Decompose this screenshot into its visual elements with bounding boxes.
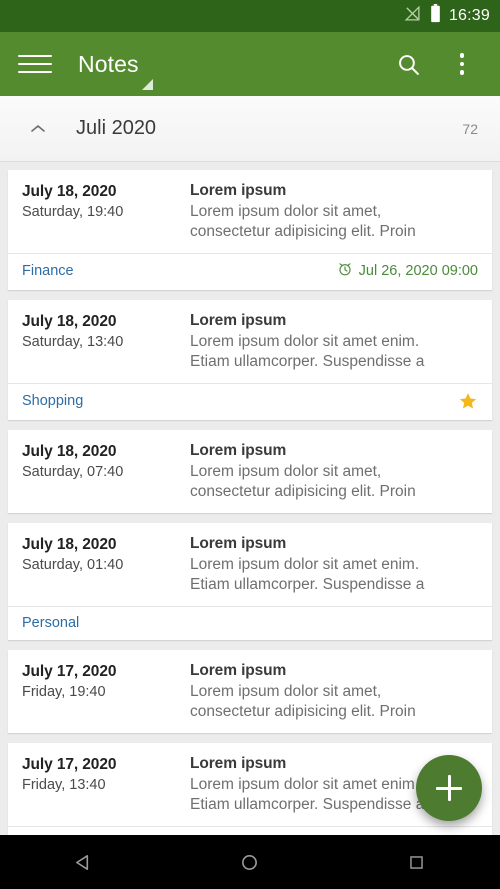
signal-off-icon: [404, 5, 421, 27]
note-title: Lorem ipsum: [190, 312, 287, 329]
chevron-up-icon[interactable]: [28, 123, 48, 134]
note-date: July 18, 2020: [22, 443, 117, 460]
alarm-clock-icon: [337, 261, 353, 281]
note-footer: Personal: [8, 606, 492, 640]
note-text-column: Lorem ipsum Lorem ipsum dolor sit amet en…: [190, 312, 478, 372]
section-header-juli-2020[interactable]: Juli 2020 72: [0, 96, 500, 162]
star-icon[interactable]: [458, 391, 478, 411]
search-icon[interactable]: [384, 40, 432, 88]
status-bar-clock: 16:39: [448, 7, 490, 24]
note-date: July 18, 2020: [22, 183, 117, 200]
note-reminder-text: Jul 26, 2020 09:00: [358, 263, 478, 279]
note-date-column: July 18, 2020 Saturday, 13:40: [22, 312, 190, 372]
home-circle-icon[interactable]: [215, 835, 285, 889]
note-date: July 18, 2020: [22, 536, 117, 553]
note-category[interactable]: Shopping: [22, 393, 83, 409]
note-text-column: Lorem ipsum Lorem ipsum dolor sit amet, c…: [190, 662, 478, 722]
battery-icon: [430, 4, 441, 28]
recents-square-icon[interactable]: [382, 835, 452, 889]
status-bar: 16:39: [0, 0, 500, 32]
note-date-column: July 17, 2020 Friday, 19:40: [22, 662, 190, 722]
app-bar-actions: [384, 40, 500, 88]
note-date: July 17, 2020: [22, 663, 117, 680]
app-title-text: Notes: [78, 50, 139, 77]
note-card[interactable]: July 17, 2020 Friday, 19:40 Lorem ipsum Lor…: [8, 650, 492, 733]
note-title: Lorem ipsum: [190, 182, 287, 199]
note-day-time: Friday, 13:40: [22, 777, 106, 793]
note-text-column: Lorem ipsum Lorem ipsum dolor sit amet, c…: [190, 182, 478, 242]
note-body: Lorem ipsum dolor sit amet, consectetur …: [190, 203, 416, 240]
plus-icon-vertical: [447, 775, 451, 801]
note-day-time: Saturday, 19:40: [22, 204, 124, 220]
notes-scroll-area[interactable]: July 18, 2020 Saturday, 19:40 Lorem ipsum L…: [0, 162, 500, 835]
note-body: Lorem ipsum dolor sit amet enim. Etiam u…: [190, 556, 425, 593]
note-card[interactable]: July 18, 2020 Saturday, 19:40 Lorem ipsum L…: [8, 170, 492, 290]
phone-screen: 16:39 Notes Juli 2020 72 July 18, 2020 S…: [0, 0, 500, 889]
note-day-time: Saturday, 07:40: [22, 464, 124, 480]
note-text-column: Lorem ipsum Lorem ipsum dolor sit amet en…: [190, 535, 478, 595]
hamburger-menu-icon[interactable]: [18, 52, 52, 76]
note-card[interactable]: July 18, 2020 Saturday, 01:40 Lorem ipsum L…: [8, 523, 492, 640]
note-footer: Health: [8, 826, 492, 835]
note-day-time: Saturday, 01:40: [22, 557, 124, 573]
note-body: Lorem ipsum dolor sit amet enim. Etiam u…: [190, 333, 425, 370]
note-body: Lorem ipsum dolor sit amet, consectetur …: [190, 683, 416, 720]
note-footer-right: [458, 391, 478, 411]
note-footer-right: Jul 26, 2020 09:00: [337, 261, 478, 281]
note-date-column: July 18, 2020 Saturday, 01:40: [22, 535, 190, 595]
notes-list: July 18, 2020 Saturday, 19:40 Lorem ipsum L…: [0, 162, 500, 835]
note-card[interactable]: July 18, 2020 Saturday, 13:40 Lorem ipsum L…: [8, 300, 492, 420]
note-title: Lorem ipsum: [190, 442, 287, 459]
note-title: Lorem ipsum: [190, 662, 287, 679]
note-category[interactable]: Finance: [22, 263, 74, 279]
section-title: Juli 2020: [76, 117, 157, 139]
note-day-time: Friday, 19:40: [22, 684, 106, 700]
android-nav-bar: [0, 835, 500, 889]
note-main: July 18, 2020 Saturday, 13:40 Lorem ipsum L…: [8, 300, 492, 383]
overflow-menu-icon[interactable]: [438, 40, 486, 88]
note-card[interactable]: July 18, 2020 Saturday, 07:40 Lorem ipsum L…: [8, 430, 492, 513]
add-note-fab[interactable]: [416, 755, 482, 821]
back-triangle-icon[interactable]: [48, 835, 118, 889]
note-footer: Finance Jul 26, 2020 09:00: [8, 253, 492, 290]
app-bar: Notes: [0, 32, 500, 96]
note-category[interactable]: Personal: [22, 615, 79, 631]
note-date-column: July 18, 2020 Saturday, 07:40: [22, 442, 190, 502]
note-day-time: Saturday, 13:40: [22, 334, 124, 350]
note-main: July 18, 2020 Saturday, 01:40 Lorem ipsum L…: [8, 523, 492, 606]
note-main: July 18, 2020 Saturday, 19:40 Lorem ipsum L…: [8, 170, 492, 253]
note-date: July 18, 2020: [22, 313, 117, 330]
note-main: July 17, 2020 Friday, 19:40 Lorem ipsum Lor…: [8, 650, 492, 733]
note-title: Lorem ipsum: [190, 535, 287, 552]
page-title[interactable]: Notes: [78, 50, 153, 90]
section-count: 72: [462, 120, 478, 137]
note-date: July 17, 2020: [22, 756, 117, 773]
note-main: July 18, 2020 Saturday, 07:40 Lorem ipsum L…: [8, 430, 492, 513]
note-text-column: Lorem ipsum Lorem ipsum dolor sit amet, c…: [190, 442, 478, 502]
dropdown-caret-icon[interactable]: [141, 78, 153, 90]
status-icon-group: [404, 4, 441, 28]
note-reminder[interactable]: Jul 26, 2020 09:00: [337, 261, 478, 281]
note-body: Lorem ipsum dolor sit amet, consectetur …: [190, 463, 416, 500]
note-date-column: July 18, 2020 Saturday, 19:40: [22, 182, 190, 242]
note-date-column: July 17, 2020 Friday, 13:40: [22, 755, 190, 815]
note-footer: Shopping: [8, 383, 492, 420]
